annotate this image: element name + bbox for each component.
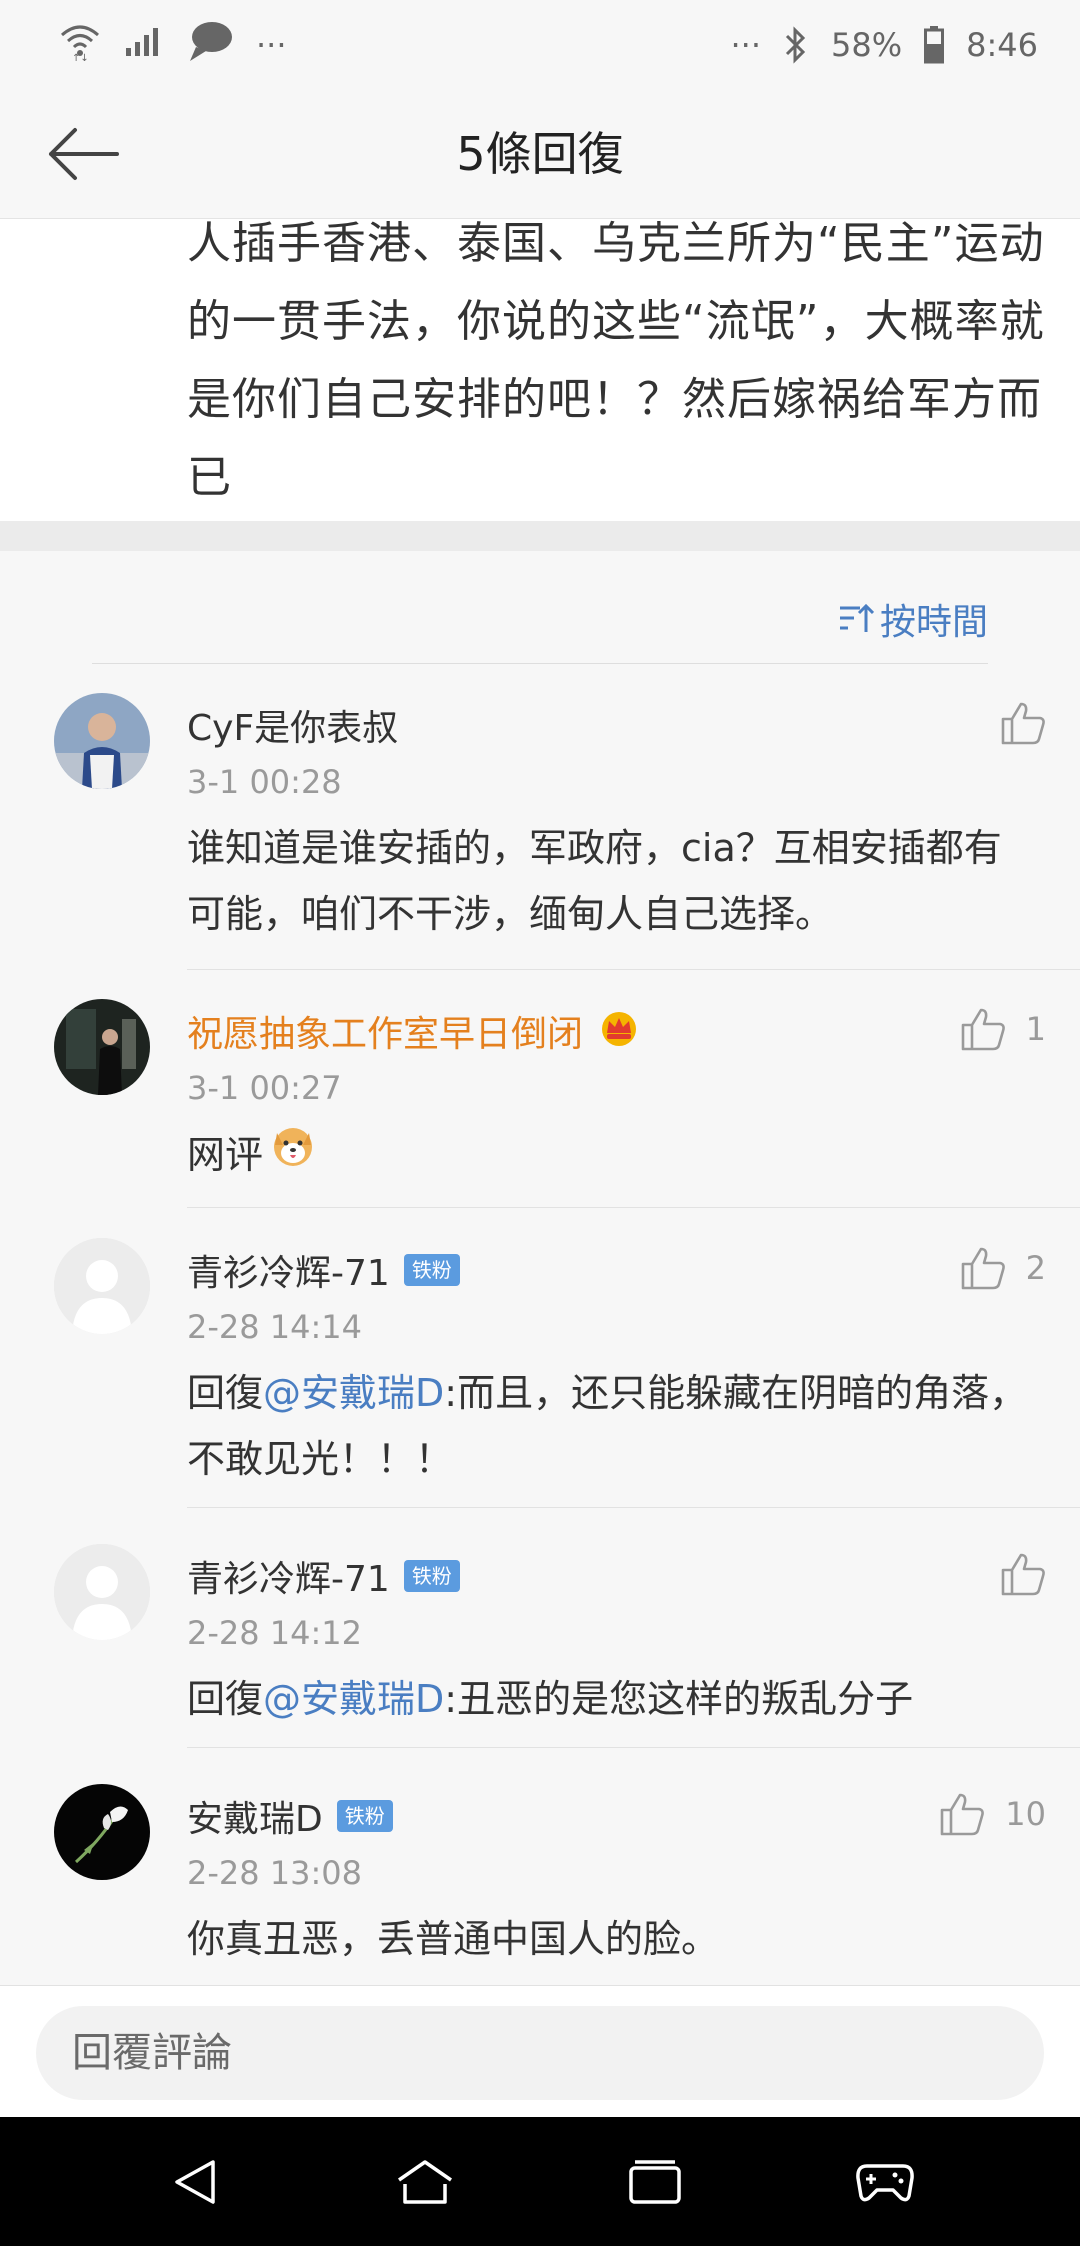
avatar[interactable]	[54, 1238, 150, 1334]
sort-icon	[839, 603, 874, 632]
reply-prefix: 回復	[187, 1371, 264, 1415]
comment-item: 安戴瑞D 铁粉 2-28 13:08 你真丑恶，丢普通中国人的脸。 10	[0, 1784, 1080, 1961]
commenter-name[interactable]: 青衫冷辉-71 铁粉	[187, 1244, 460, 1296]
recents-icon	[629, 2159, 681, 2204]
commenter-name[interactable]: CyF是你表叔	[187, 699, 398, 751]
commenter-name-text: CyF是你表叔	[187, 708, 399, 749]
divider	[187, 1207, 1080, 1208]
comment-item: 青衫冷辉-71 铁粉 2-28 14:14 回復@安戴瑞D:而且，还只能躲藏在阴…	[0, 1238, 1080, 1481]
avatar[interactable]	[54, 693, 150, 789]
nav-back-button[interactable]	[147, 2134, 243, 2230]
like-count: 10	[1005, 1795, 1046, 1833]
thumbs-up-icon	[961, 1008, 1005, 1051]
comment-item: 青衫冷辉-71 铁粉 2-28 14:12 回復@安戴瑞D:丑恶的是您这样的叛乱…	[0, 1544, 1080, 1721]
comment-text: 回復@安戴瑞D:丑恶的是您这样的叛乱分子	[187, 1666, 1037, 1732]
comment-item: 祝愿抽象工作室早日倒闭 3-1 00:27 网评 1	[0, 999, 1080, 1177]
more-status-icon: ···	[730, 26, 762, 64]
crown-badge-icon	[597, 1007, 641, 1056]
triangle-back-icon	[175, 2159, 215, 2204]
original-post: 人插手香港、泰国、乌克兰所为“民主”运动的一贯手法，你说的这些“流氓”，大概率就…	[0, 219, 1080, 521]
comment-body: :丑恶的是您这样的叛乱分子	[444, 1677, 914, 1721]
commenter-name-text: 祝愿抽象工作室早日倒闭	[187, 1014, 584, 1055]
thumbs-up-icon	[1001, 702, 1045, 745]
thumbs-up-icon	[1001, 1553, 1045, 1596]
sort-by-time-button[interactable]: 按時間	[838, 593, 988, 645]
reply-bar	[0, 1985, 1080, 2118]
fan-badge: 铁粉	[336, 1800, 393, 1832]
like-button[interactable]: 2	[960, 1246, 1046, 1290]
avatar[interactable]	[54, 1784, 150, 1880]
clock: 8:46	[966, 26, 1038, 64]
divider	[187, 1507, 1080, 1508]
wifi-icon: ↑↓	[58, 21, 102, 69]
system-nav-bar	[0, 2117, 1080, 2246]
thumbs-up-icon	[961, 1247, 1005, 1290]
original-post-text: 人插手香港、泰国、乌克兰所为“民主”运动的一贯手法，你说的这些“流氓”，大概率就…	[187, 219, 1045, 503]
comment-text: 回復@安戴瑞D:而且，还只能躲藏在阴暗的角落，不敢见光！！！	[187, 1360, 1037, 1492]
commenter-name[interactable]: 青衫冷辉-71 铁粉	[187, 1550, 460, 1602]
doge-emoji-icon	[269, 1121, 317, 1189]
commenter-name-text: 安戴瑞D	[187, 1799, 323, 1840]
comment-time: 2-28 13:08	[187, 1854, 363, 1892]
bluetooth-icon	[783, 25, 809, 65]
reply-input[interactable]	[36, 2006, 1044, 2100]
more-notifications-icon: ···	[256, 26, 287, 64]
nav-game-button[interactable]	[837, 2134, 933, 2230]
comment-time: 2-28 14:12	[187, 1614, 363, 1652]
like-button[interactable]	[1000, 1552, 1046, 1596]
battery-icon	[924, 26, 945, 64]
commenter-name[interactable]: 安戴瑞D 铁粉	[187, 1790, 393, 1842]
like-count: 2	[1025, 1249, 1046, 1287]
mention-link[interactable]: @安戴瑞D	[263, 1371, 444, 1415]
page-title: 5條回復	[456, 127, 624, 181]
top-app-bar: 5條回復	[0, 90, 1080, 219]
fan-badge: 铁粉	[403, 1560, 460, 1592]
comment-time: 3-1 00:28	[187, 763, 342, 801]
comment-text: 网评	[187, 1133, 264, 1177]
mention-link[interactable]: @安戴瑞D	[263, 1677, 444, 1721]
comment-item: CyF是你表叔 3-1 00:28 谁知道是谁安插的，军政府，cia？互相安插都…	[0, 693, 1080, 936]
back-button[interactable]	[38, 118, 128, 190]
arrow-left-icon	[49, 128, 119, 180]
battery-percent: 58%	[831, 26, 903, 64]
like-button[interactable]: 10	[939, 1792, 1046, 1836]
like-button[interactable]: 1	[960, 1007, 1046, 1051]
nav-recents-button[interactable]	[607, 2134, 703, 2230]
commenter-name[interactable]: 祝愿抽象工作室早日倒闭	[187, 1005, 641, 1057]
comment-list: 按時間 CyF是你表叔 3-1 00:28 谁知道是谁安插的，军政府，cia？互…	[0, 551, 1080, 1985]
chat-bubble-icon	[186, 19, 234, 71]
gamepad-icon	[856, 2163, 914, 2201]
comment-text: 谁知道是谁安插的，军政府，cia？互相安插都有可能，咱们不干涉，缅甸人自己选择。	[187, 826, 1002, 936]
comment-time: 3-1 00:27	[187, 1069, 342, 1107]
svg-text:↑↓: ↑↓	[72, 53, 89, 61]
nav-home-button[interactable]	[377, 2134, 473, 2230]
signal-icon	[124, 24, 164, 66]
section-divider	[0, 521, 1080, 551]
commenter-name-text: 青衫冷辉-71	[187, 1559, 390, 1600]
divider	[187, 1747, 1080, 1748]
sort-label: 按時間	[879, 602, 988, 643]
commenter-name-text: 青衫冷辉-71	[187, 1253, 390, 1294]
thumbs-up-icon	[940, 1793, 985, 1836]
comment-time: 2-28 14:14	[187, 1308, 363, 1346]
comment-text: 你真丑恶，丢普通中国人的脸。	[187, 1917, 720, 1961]
comment-text-row: 网评	[187, 1121, 1037, 1189]
status-bar: ↑↓ ··· ··· 58% 8:46	[0, 0, 1080, 90]
fan-badge: 铁粉	[403, 1254, 460, 1286]
like-button[interactable]	[1000, 701, 1046, 745]
divider	[187, 969, 1080, 970]
home-icon	[398, 2159, 452, 2204]
avatar[interactable]	[54, 1544, 150, 1640]
reply-prefix: 回復	[187, 1677, 264, 1721]
sort-bar: 按時間	[92, 551, 988, 664]
like-count: 1	[1025, 1010, 1046, 1048]
avatar[interactable]	[54, 999, 150, 1095]
